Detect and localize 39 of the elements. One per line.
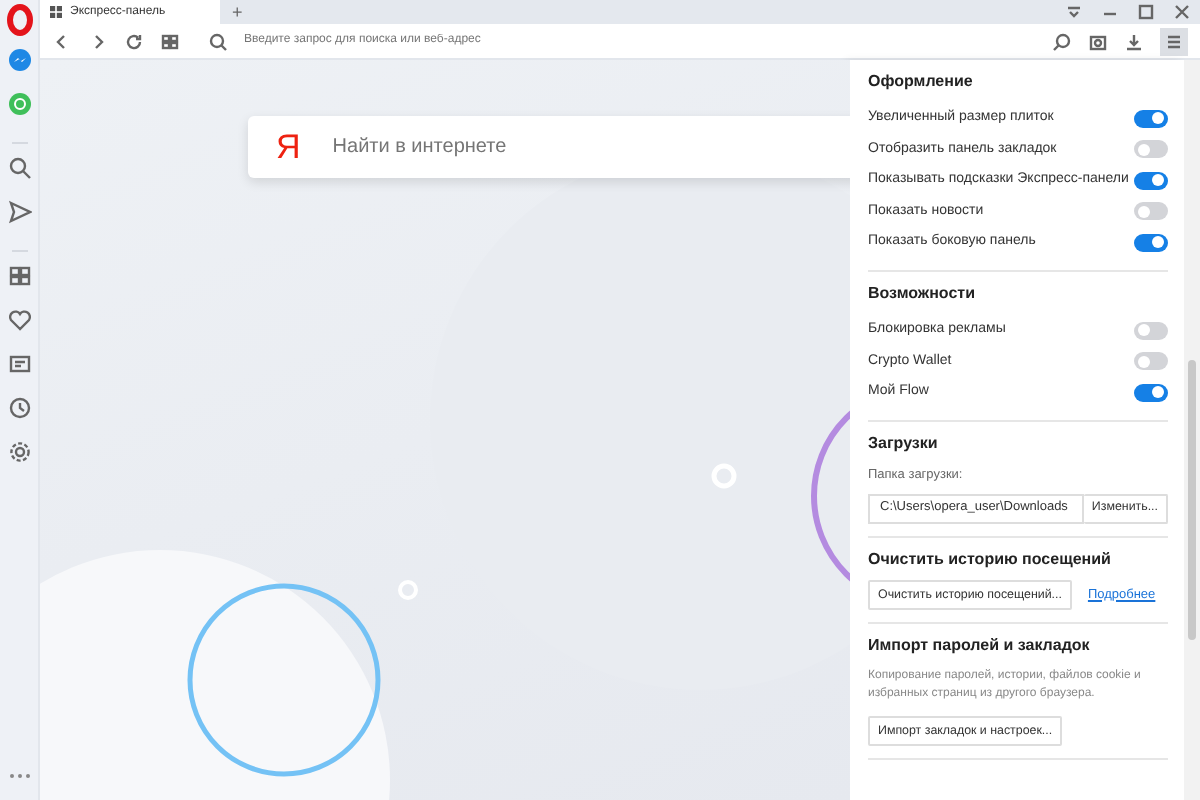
search-icon bbox=[208, 31, 228, 51]
more-icon[interactable] bbox=[7, 772, 31, 780]
settings-icon[interactable] bbox=[7, 440, 31, 464]
camera-icon[interactable] bbox=[1088, 31, 1108, 51]
menu-icon[interactable] bbox=[1160, 27, 1188, 55]
grid-icon[interactable] bbox=[160, 31, 180, 51]
toggle-switch[interactable] bbox=[1134, 383, 1168, 402]
search-box[interactable]: Я Найти в интернете bbox=[248, 116, 850, 178]
toggle-switch[interactable] bbox=[1134, 109, 1168, 128]
send-icon[interactable] bbox=[7, 200, 31, 224]
toggle-switch[interactable] bbox=[1134, 171, 1168, 190]
news-icon[interactable] bbox=[7, 352, 31, 376]
toggle-switch[interactable] bbox=[1134, 140, 1168, 159]
search-engine-logo: Я bbox=[276, 130, 301, 164]
toggle-switch[interactable] bbox=[1134, 202, 1168, 221]
tabs-menu-icon[interactable] bbox=[1064, 2, 1084, 22]
download-icon[interactable] bbox=[1124, 31, 1144, 51]
grid-icon[interactable] bbox=[7, 264, 31, 288]
section-title: Очистить историю посещений bbox=[868, 549, 1113, 569]
opera-logo[interactable] bbox=[5, 4, 33, 36]
close-icon[interactable] bbox=[1172, 2, 1192, 22]
section-title: Оформление bbox=[868, 72, 975, 92]
heart-icon[interactable] bbox=[7, 308, 31, 332]
section-title: Возможности bbox=[868, 284, 977, 304]
grid-icon bbox=[50, 6, 62, 18]
reload-icon[interactable] bbox=[124, 31, 144, 51]
toggle-switch[interactable] bbox=[1134, 233, 1168, 252]
messenger-icon[interactable] bbox=[7, 48, 31, 72]
maximize-icon[interactable] bbox=[1136, 2, 1156, 22]
scrollbar[interactable] bbox=[1184, 60, 1200, 800]
new-tab-button[interactable]: + bbox=[232, 0, 243, 24]
zoom-icon[interactable] bbox=[1052, 31, 1072, 51]
section-title: Загрузки bbox=[868, 434, 940, 454]
clock-icon[interactable] bbox=[7, 396, 31, 420]
toggle-switch[interactable] bbox=[1134, 352, 1168, 371]
search-icon[interactable] bbox=[7, 156, 31, 180]
search-field[interactable]: Найти в интернете bbox=[332, 132, 850, 162]
section-title: Импорт паролей и закладок bbox=[868, 636, 1092, 656]
toggle-switch[interactable] bbox=[1134, 321, 1168, 340]
